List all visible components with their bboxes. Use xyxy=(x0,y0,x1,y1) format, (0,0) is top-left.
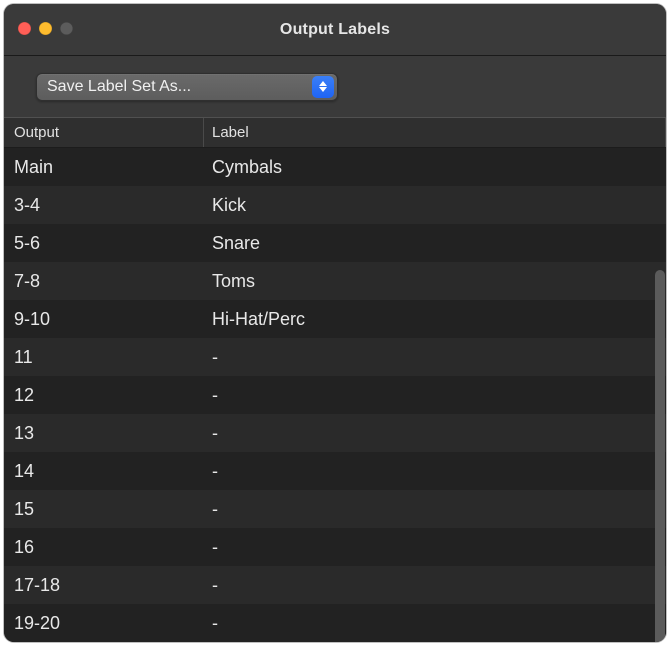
scrollbar-thumb[interactable] xyxy=(655,270,665,642)
cell-label[interactable]: - xyxy=(204,490,666,528)
label-set-popup[interactable]: Save Label Set As... xyxy=(36,73,338,101)
cell-label[interactable]: - xyxy=(204,604,666,642)
cell-label[interactable]: Kick xyxy=(204,186,666,224)
cell-output[interactable]: 12 xyxy=(4,376,204,414)
cell-output[interactable]: 11 xyxy=(4,338,204,376)
cell-label[interactable]: - xyxy=(204,566,666,604)
cell-output[interactable]: 14 xyxy=(4,452,204,490)
table-header: Output Label xyxy=(4,118,666,148)
table-row[interactable]: 11- xyxy=(4,338,666,376)
minimize-icon[interactable] xyxy=(39,22,52,35)
cell-label[interactable]: - xyxy=(204,452,666,490)
table-row[interactable]: 12- xyxy=(4,376,666,414)
cell-output[interactable]: 3-4 xyxy=(4,186,204,224)
column-header-output[interactable]: Output xyxy=(4,118,204,147)
cell-label[interactable]: Toms xyxy=(204,262,666,300)
cell-label[interactable]: - xyxy=(204,414,666,452)
cell-output[interactable]: 17-18 xyxy=(4,566,204,604)
table-row[interactable]: 16- xyxy=(4,528,666,566)
cell-output[interactable]: 7-8 xyxy=(4,262,204,300)
toolbar: Save Label Set As... xyxy=(4,56,666,118)
cell-output[interactable]: 5-6 xyxy=(4,224,204,262)
label-set-popup-label: Save Label Set As... xyxy=(37,78,312,96)
table-row[interactable]: 13- xyxy=(4,414,666,452)
cell-output[interactable]: 16 xyxy=(4,528,204,566)
table-row[interactable]: 15- xyxy=(4,490,666,528)
table-row[interactable]: 9-10Hi-Hat/Perc xyxy=(4,300,666,338)
cell-label[interactable]: Cymbals xyxy=(204,148,666,186)
table-row[interactable]: 17-18- xyxy=(4,566,666,604)
table-row[interactable]: MainCymbals xyxy=(4,148,666,186)
window-controls xyxy=(18,22,73,35)
table-row[interactable]: 5-6Snare xyxy=(4,224,666,262)
table-row[interactable]: 3-4Kick xyxy=(4,186,666,224)
window: Output Labels Save Label Set As... Outpu… xyxy=(4,4,666,642)
cell-label[interactable]: Hi-Hat/Perc xyxy=(204,300,666,338)
table-row[interactable]: 19-20- xyxy=(4,604,666,642)
output-labels-table: Output Label MainCymbals3-4Kick5-6Snare7… xyxy=(4,118,666,642)
cell-output[interactable]: 13 xyxy=(4,414,204,452)
table-row[interactable]: 7-8Toms xyxy=(4,262,666,300)
cell-output[interactable]: Main xyxy=(4,148,204,186)
zoom-icon xyxy=(60,22,73,35)
cell-label[interactable]: - xyxy=(204,338,666,376)
cell-output[interactable]: 9-10 xyxy=(4,300,204,338)
cell-label[interactable]: Snare xyxy=(204,224,666,262)
table-body: MainCymbals3-4Kick5-6Snare7-8Toms9-10Hi-… xyxy=(4,148,666,642)
window-title: Output Labels xyxy=(4,21,666,39)
cell-output[interactable]: 19-20 xyxy=(4,604,204,642)
column-header-label[interactable]: Label xyxy=(204,118,666,147)
chevron-up-down-icon xyxy=(312,76,334,98)
close-icon[interactable] xyxy=(18,22,31,35)
scrollbar-track[interactable] xyxy=(654,118,666,642)
cell-output[interactable]: 15 xyxy=(4,490,204,528)
titlebar: Output Labels xyxy=(4,4,666,56)
table-row[interactable]: 14- xyxy=(4,452,666,490)
cell-label[interactable]: - xyxy=(204,376,666,414)
cell-label[interactable]: - xyxy=(204,528,666,566)
